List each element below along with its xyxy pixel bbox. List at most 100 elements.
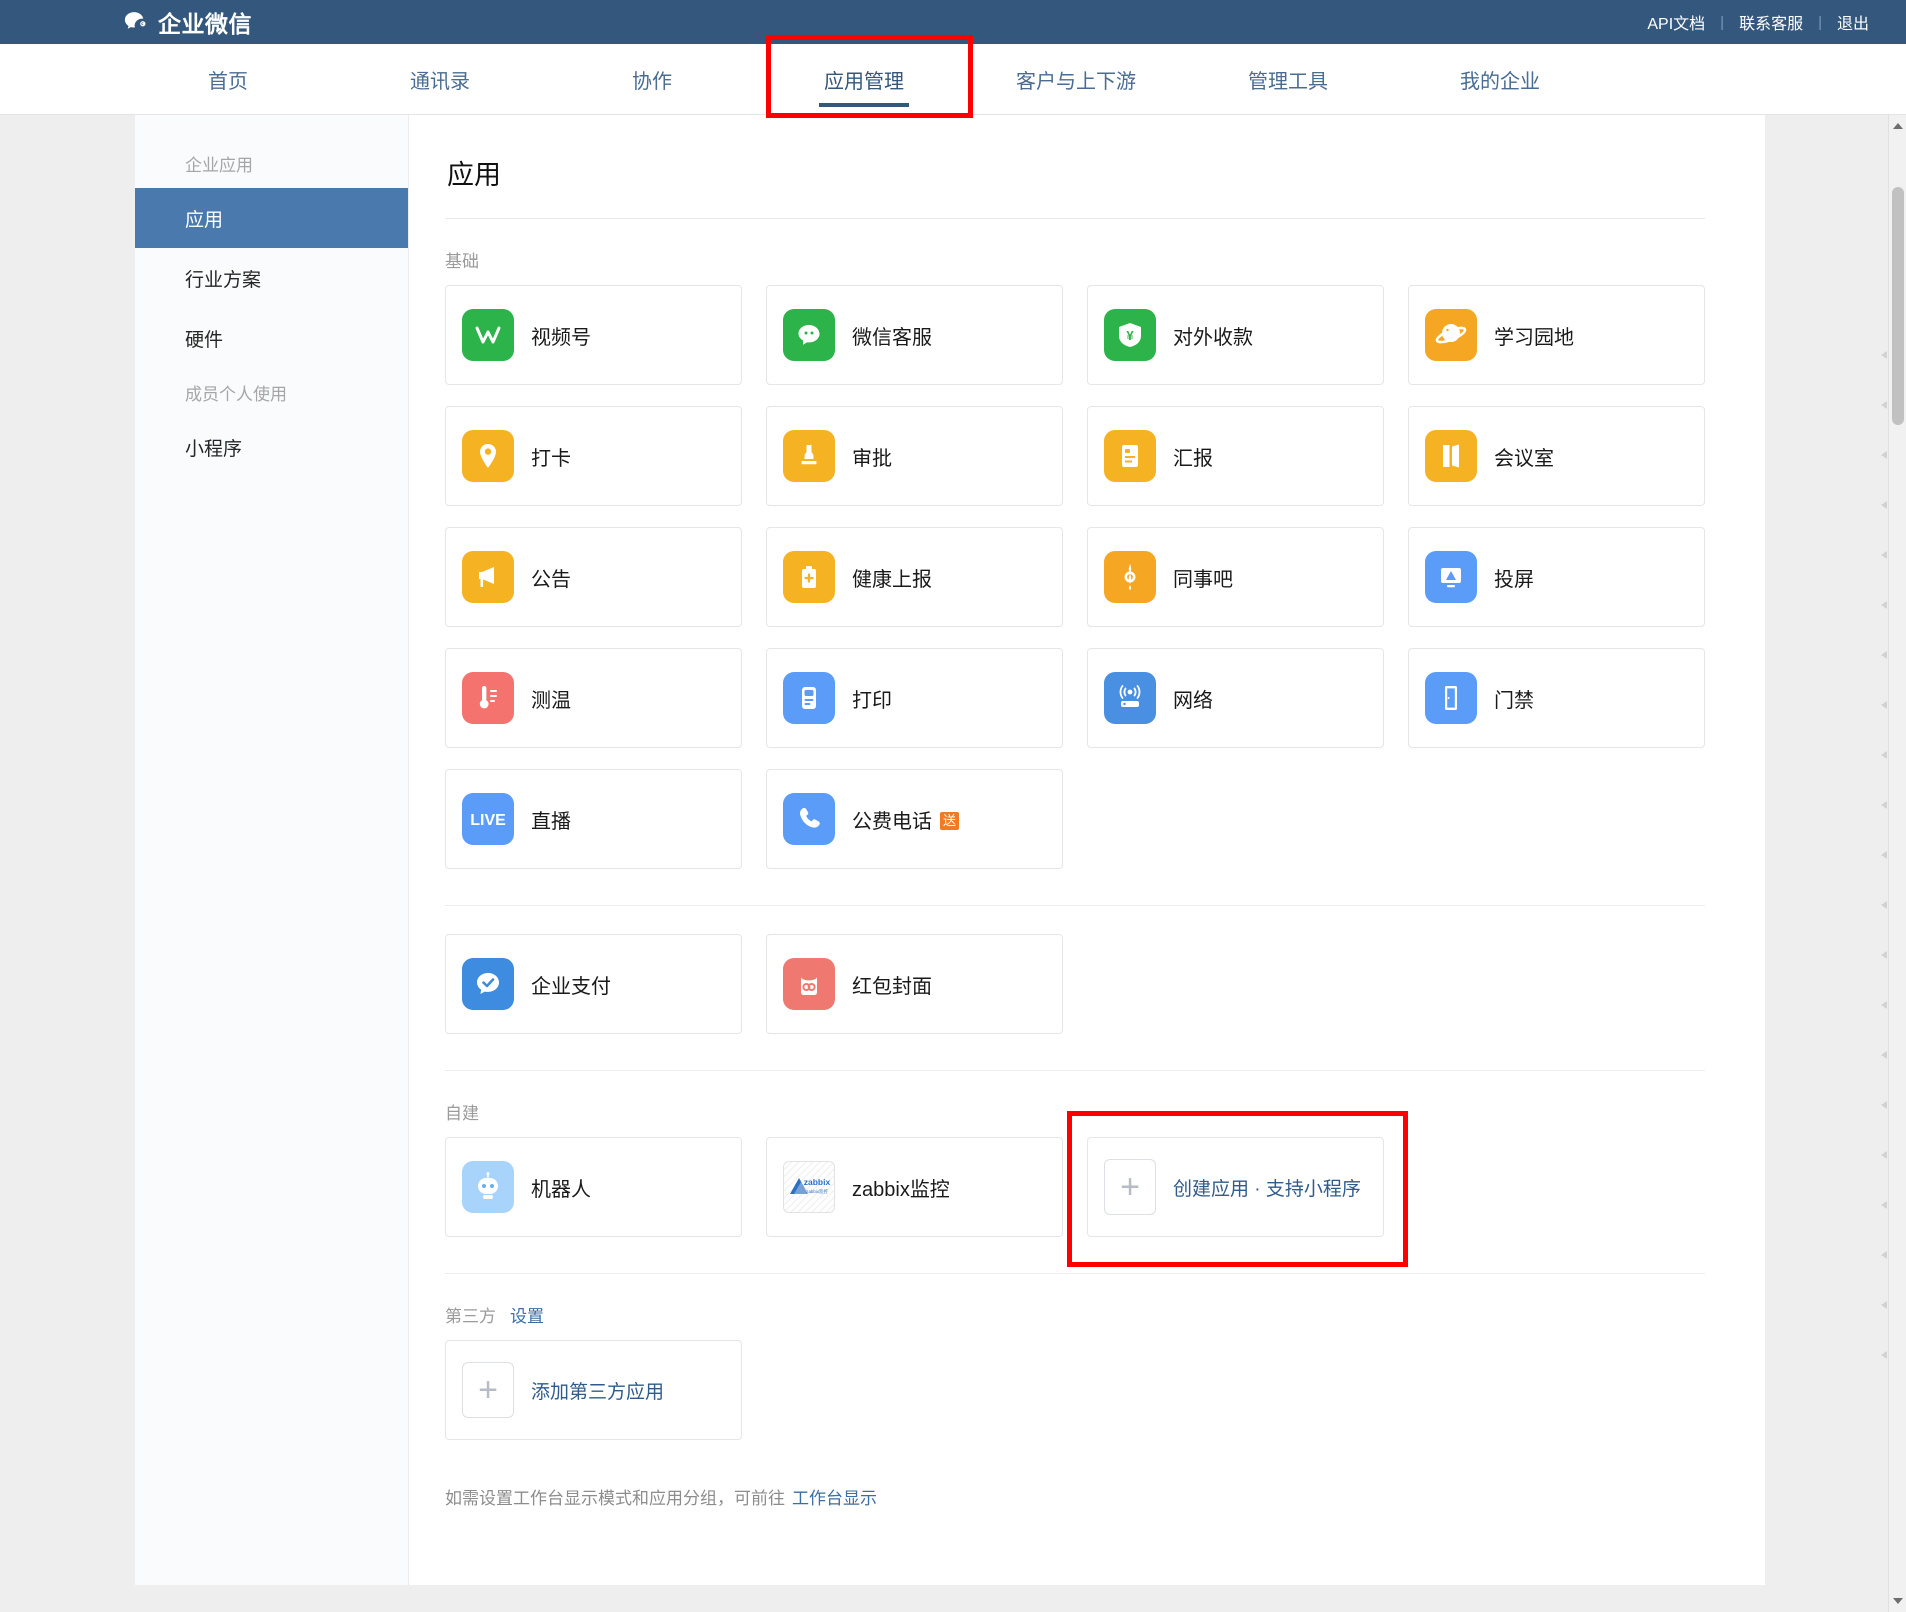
api-docs-link[interactable]: API文档: [1632, 10, 1720, 34]
app-label: 同事吧: [1173, 563, 1233, 592]
app-card-announcement[interactable]: 公告: [445, 527, 742, 627]
app-card-colleague-forum[interactable]: 同事吧: [1087, 527, 1384, 627]
plus-icon: +: [1104, 1159, 1156, 1215]
app-card-external-payment[interactable]: ¥ 对外收款: [1087, 285, 1384, 385]
temperature-icon: [462, 672, 514, 724]
section-label-custom: 自建: [445, 1099, 1705, 1124]
wecom-logo-icon: [122, 9, 149, 36]
screen-cast-icon: [1425, 551, 1477, 603]
app-label: 对外收款: [1173, 321, 1253, 350]
nav-tab-admin-tools[interactable]: 管理工具: [1182, 44, 1394, 114]
svg-text:zabbix监控: zabbix监控: [806, 1188, 828, 1195]
contact-support-link[interactable]: 联系客服: [1724, 10, 1818, 34]
app-card-approval[interactable]: 审批: [766, 406, 1063, 506]
scroll-down-arrow-icon[interactable]: [1893, 1598, 1903, 1604]
sidebar-item-industry-solutions[interactable]: 行业方案: [135, 248, 408, 308]
app-card-access-control[interactable]: 门禁: [1408, 648, 1705, 748]
app-card-learning[interactable]: 学习园地: [1408, 285, 1705, 385]
scroll-up-arrow-icon[interactable]: [1893, 123, 1903, 129]
basic-apps-grid: 视频号 微信客服 ¥ 对外收款: [445, 285, 1705, 869]
meeting-room-icon: [1425, 430, 1477, 482]
title-divider: [445, 218, 1705, 219]
enterprise-payment-icon: [462, 958, 514, 1010]
edge-tick-marks: [1874, 115, 1888, 1612]
red-packet-cover-icon: [783, 958, 835, 1010]
app-label: 微信客服: [852, 321, 932, 350]
plus-icon: +: [462, 1362, 514, 1418]
app-label: zabbix监控: [852, 1173, 950, 1202]
header-links: API文档 | 联系客服 | 退出: [1632, 10, 1884, 34]
app-label: 公费电话送: [852, 805, 959, 834]
content-shell: 企业应用 应用 行业方案 硬件 成员个人使用 小程序 应用 基础 视频号: [135, 115, 1765, 1585]
third-party-settings-link[interactable]: 设置: [510, 1302, 544, 1327]
app-card-zabbix[interactable]: zabbix zabbix监控 zabbix监控: [766, 1137, 1063, 1237]
app-card-network[interactable]: 网络: [1087, 648, 1384, 748]
report-icon: [1104, 430, 1156, 482]
add-third-party-label: 添加第三方应用: [531, 1377, 664, 1404]
announcement-icon: [462, 551, 514, 603]
live-icon: LIVE: [462, 793, 514, 845]
nav-tab-customers[interactable]: 客户与上下游: [970, 44, 1182, 114]
workbench-display-link[interactable]: 工作台显示: [792, 1489, 877, 1508]
sidebar-item-mini-program[interactable]: 小程序: [135, 417, 408, 477]
app-label: 审批: [852, 442, 892, 471]
app-card-wechat-service[interactable]: 微信客服: [766, 285, 1063, 385]
app-label: 汇报: [1173, 442, 1213, 471]
brand[interactable]: 企业微信: [122, 5, 252, 39]
app-label: 视频号: [531, 321, 591, 350]
sidebar: 企业应用 应用 行业方案 硬件 成员个人使用 小程序: [135, 115, 409, 1585]
nav-tab-contacts[interactable]: 通讯录: [334, 44, 546, 114]
sidebar-item-hardware[interactable]: 硬件: [135, 308, 408, 368]
app-label: 会议室: [1494, 442, 1554, 471]
svg-text:¥: ¥: [1126, 328, 1134, 343]
app-card-live[interactable]: LIVE 直播: [445, 769, 742, 869]
app-card-red-packet-cover[interactable]: 红包封面: [766, 934, 1063, 1034]
sidebar-item-apps[interactable]: 应用: [135, 188, 408, 248]
app-card-channels[interactable]: 视频号: [445, 285, 742, 385]
app-label-text: 公费电话: [852, 811, 932, 833]
app-card-robot[interactable]: 机器人: [445, 1137, 742, 1237]
app-card-checkin[interactable]: 打卡: [445, 406, 742, 506]
channels-icon: [462, 309, 514, 361]
robot-icon: [462, 1161, 514, 1213]
create-app-button[interactable]: + 创建应用 · 支持小程序: [1087, 1137, 1384, 1237]
app-card-print[interactable]: 打印: [766, 648, 1063, 748]
nav-tab-my-enterprise[interactable]: 我的企业: [1394, 44, 1606, 114]
nav-tab-home[interactable]: 首页: [122, 44, 334, 114]
app-card-enterprise-payment[interactable]: 企业支付: [445, 934, 742, 1034]
main-navigation: 首页 通讯录 协作 应用管理 客户与上下游 管理工具 我的企业: [0, 44, 1906, 115]
svg-text:zabbix: zabbix: [804, 1177, 831, 1187]
app-label: 机器人: [531, 1173, 591, 1202]
sidebar-group-member-personal: 成员个人使用: [135, 368, 408, 417]
app-label: 打卡: [531, 442, 571, 471]
custom-thirdparty-divider: [445, 1273, 1705, 1274]
zabbix-icon: zabbix zabbix监控: [783, 1161, 835, 1213]
add-third-party-app-button[interactable]: + 添加第三方应用: [445, 1340, 742, 1440]
custom-apps-grid: 机器人 zabbix: [445, 1137, 1705, 1237]
section-label-basic-text: 基础: [445, 247, 479, 272]
vertical-scrollbar[interactable]: [1888, 115, 1906, 1612]
checkin-icon: [462, 430, 514, 482]
learning-icon: [1425, 309, 1477, 361]
app-card-health-report[interactable]: 健康上报: [766, 527, 1063, 627]
app-label: 网络: [1173, 684, 1213, 713]
app-card-phone[interactable]: 公费电话送: [766, 769, 1063, 869]
page-title: 应用: [445, 145, 1705, 218]
app-label: 学习园地: [1494, 321, 1574, 350]
main-content: 应用 基础 视频号 微信客服: [409, 115, 1765, 1585]
nav-tab-app-management[interactable]: 应用管理: [758, 44, 970, 114]
footnote-text: 如需设置工作台显示模式和应用分组，可前往: [445, 1489, 785, 1508]
section-label-third-party: 第三方 设置: [445, 1302, 1705, 1327]
app-card-meeting-room[interactable]: 会议室: [1408, 406, 1705, 506]
section-label-third-party-text: 第三方: [445, 1302, 496, 1327]
app-label: 直播: [531, 805, 571, 834]
app-card-report[interactable]: 汇报: [1087, 406, 1384, 506]
nav-tab-collaboration[interactable]: 协作: [546, 44, 758, 114]
scrollbar-thumb[interactable]: [1892, 187, 1904, 425]
page-body: 企业应用 应用 行业方案 硬件 成员个人使用 小程序 应用 基础 视频号: [0, 115, 1906, 1612]
app-card-screen-cast[interactable]: 投屏: [1408, 527, 1705, 627]
app-card-temperature[interactable]: 测温: [445, 648, 742, 748]
section-label-basic: 基础: [445, 247, 1705, 272]
logout-link[interactable]: 退出: [1822, 10, 1884, 34]
top-header-bar: 企业微信 API文档 | 联系客服 | 退出: [0, 0, 1906, 44]
